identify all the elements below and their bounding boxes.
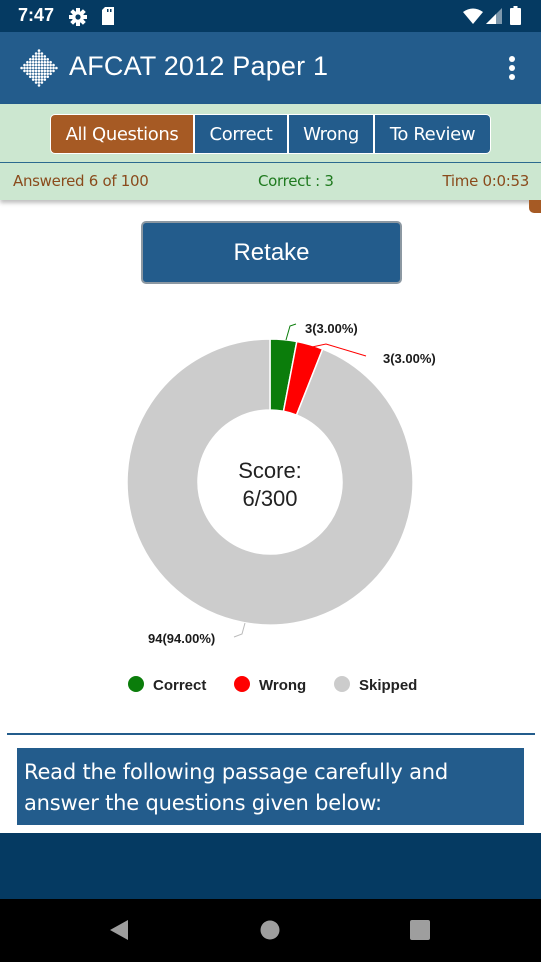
tab-to-review[interactable]: To Review — [375, 115, 490, 153]
legend-label-skipped[interactable]: Skipped — [359, 677, 417, 694]
tab-correct[interactable]: Correct — [195, 115, 287, 153]
status-time: 7:47 — [18, 5, 55, 25]
question-filter-tabs: All Questions Correct Wrong To Review — [50, 114, 491, 154]
wifi-icon — [463, 8, 483, 28]
section-divider — [7, 733, 535, 735]
donut-chart-svg: 3(3.00%)3(3.00%)94(94.00%) Score: 6/300 … — [126, 321, 436, 694]
side-drawer-handle[interactable] — [529, 200, 541, 213]
home-icon[interactable] — [260, 919, 280, 945]
data-label-correct: 3(3.00%) — [305, 321, 358, 336]
retake-button[interactable]: Retake — [141, 221, 402, 284]
legend-marker-skipped[interactable] — [334, 676, 350, 692]
dotted-diamond-logo-icon — [20, 49, 58, 91]
filter-bar: All Questions Correct Wrong To Review An… — [0, 104, 541, 200]
leader-line-correct — [285, 323, 297, 341]
back-icon[interactable] — [108, 919, 130, 945]
recents-icon[interactable] — [409, 919, 431, 945]
bottom-ad-bar — [0, 833, 541, 899]
sd-card-icon — [101, 7, 115, 29]
more-vert-icon[interactable] — [500, 54, 524, 82]
legend-marker-correct[interactable] — [128, 676, 144, 692]
app-title: AFCAT 2012 Paper 1 — [69, 51, 329, 81]
elapsed-time: Time 0:0:53 — [442, 172, 530, 190]
system-nav-bar — [0, 899, 541, 962]
legend-label-wrong[interactable]: Wrong — [259, 677, 306, 694]
status-bar: 7:47 — [0, 0, 541, 32]
stats-row: Answered 6 of 100 Correct : 3 Time 0:0:5… — [0, 163, 541, 200]
passage-instructions: Read the following passage carefully and… — [17, 748, 524, 825]
gear-icon — [68, 7, 88, 31]
battery-icon — [510, 6, 521, 29]
legend-marker-wrong[interactable] — [234, 676, 250, 692]
data-label-skipped: 94(94.00%) — [148, 631, 215, 646]
tab-wrong[interactable]: Wrong — [289, 115, 373, 153]
legend-label-correct[interactable]: Correct — [153, 677, 206, 694]
cellular-signal-icon — [486, 8, 502, 28]
result-donut-chart: 3(3.00%) 3(3.00%) 94(94.00%) Score: 6/300 … — [0, 300, 541, 720]
tab-all-questions[interactable]: All Questions — [51, 115, 193, 153]
leader-line-skipped — [233, 622, 246, 638]
app-bar: AFCAT 2012 Paper 1 — [0, 32, 541, 104]
data-label-wrong: 3(3.00%) — [383, 351, 436, 366]
center-score-value: 6/300 — [242, 486, 297, 511]
correct-count: Correct : 3 — [258, 172, 334, 190]
center-score-label: Score: — [238, 458, 302, 483]
answered-count: Answered 6 of 100 — [13, 172, 149, 190]
